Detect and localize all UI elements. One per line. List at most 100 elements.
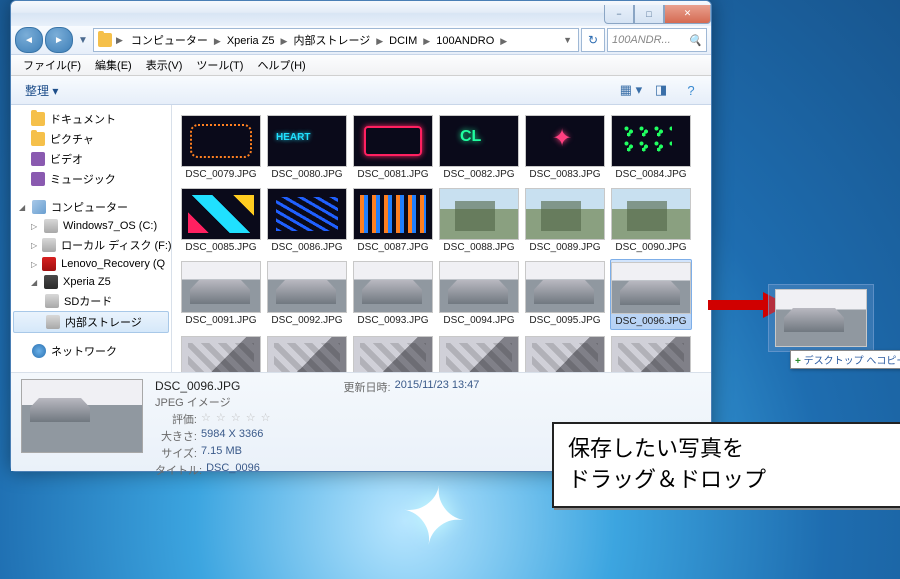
rating-stars[interactable]: ☆ ☆ ☆ ☆ ☆ [201,411,272,427]
file-thumbnail[interactable]: DSC_0093.JPG [352,259,434,330]
file-thumbnail[interactable]: DSC_0090.JPG [610,186,692,255]
sidebar-item-storage[interactable]: SDカード [11,291,171,311]
sidebar-item[interactable]: ドキュメント [11,109,171,129]
file-thumbnail[interactable]: DSC_0092.JPG [266,259,348,330]
address-dropdown-icon[interactable]: ▼ [561,35,574,45]
address-bar: ◄ ► ▼ ▶ コンピューター▶Xperia Z5▶内部ストレージ▶DCIM▶1… [11,26,711,55]
chevron-right-icon[interactable]: ▶ [421,36,432,46]
sidebar-item-drive[interactable]: ▷Windows7_OS (C:) [11,217,171,235]
sidebar-item[interactable]: ビデオ [11,149,171,169]
file-thumbnail[interactable]: DSC_0082.JPG [438,113,520,182]
file-thumbnail[interactable]: DSC_0086.JPG [266,186,348,255]
file-thumbnail[interactable] [610,334,692,372]
window-controls: − □ ✕ [604,5,711,23]
file-thumbnail[interactable] [438,334,520,372]
menu-item[interactable]: ヘルプ(H) [251,55,311,75]
help-button[interactable]: ? [677,78,705,102]
file-thumbnail[interactable]: DSC_0081.JPG [352,113,434,182]
sidebar-item-drive[interactable]: ▷Lenovo_Recovery (Q [11,255,171,273]
sidebar-item-storage[interactable]: 内部ストレージ [13,311,169,333]
menu-item[interactable]: ファイル(F) [17,55,87,75]
thumbnail-image [353,261,433,313]
sidebar-item-computer[interactable]: ◢ コンピューター [11,197,171,217]
expand-triangle-icon[interactable]: ◢ [19,203,27,212]
expand-triangle-icon[interactable]: ◢ [31,278,39,287]
close-button[interactable]: ✕ [664,5,711,24]
thumbnail-image [525,115,605,167]
file-thumbnail[interactable]: DSC_0080.JPG [266,113,348,182]
file-name-label: DSC_0096.JPG [615,316,686,327]
file-name-label: DSC_0079.JPG [185,169,256,180]
callout-line2: ドラッグ＆ドロップ [568,465,888,496]
drive-icon [44,275,58,289]
file-list-pane[interactable]: DSC_0079.JPGDSC_0080.JPGDSC_0081.JPGDSC_… [172,105,711,372]
thumbnail-image [267,115,347,167]
file-thumbnail[interactable]: DSC_0087.JPG [352,186,434,255]
preview-pane-button[interactable]: ◨ [647,78,675,102]
file-thumbnail[interactable] [180,334,262,372]
expand-triangle-icon[interactable]: ▷ [31,241,37,250]
maximize-button[interactable]: □ [634,5,664,24]
breadcrumb-segment[interactable]: 100ANDRO [432,35,498,47]
drive-icon [42,238,56,252]
file-thumbnail[interactable]: DSC_0085.JPG [180,186,262,255]
file-thumbnail[interactable]: DSC_0089.JPG [524,186,606,255]
forward-button[interactable]: ► [45,27,73,53]
breadcrumb-segment[interactable]: DCIM [385,35,421,47]
sidebar-item[interactable]: ピクチャ [11,129,171,149]
menu-item[interactable]: 表示(V) [140,55,189,75]
breadcrumb-segment[interactable]: コンピューター [127,35,212,47]
file-thumbnail[interactable]: DSC_0079.JPG [180,113,262,182]
library-icon [31,112,45,126]
file-name-label: DSC_0091.JPG [185,315,256,326]
file-thumbnail[interactable]: DSC_0091.JPG [180,259,262,330]
thumbnail-image [353,188,433,240]
file-name-label: DSC_0092.JPG [271,315,342,326]
file-thumbnail[interactable] [352,334,434,372]
sidebar-item-drive[interactable]: ◢Xperia Z5 [11,273,171,291]
history-dropdown-button[interactable]: ▼ [75,28,91,52]
navigation-pane[interactable]: ドキュメントピクチャビデオミュージック ◢ コンピューター ▷Windows7_… [11,105,172,372]
titlebar[interactable]: − □ ✕ [11,1,711,26]
file-thumbnail[interactable]: DSC_0096.JPG [610,259,692,330]
file-thumbnail[interactable] [524,334,606,372]
file-thumbnail[interactable] [266,334,348,372]
thumbnail-image [181,261,261,313]
chevron-right-icon[interactable]: ▶ [498,36,509,46]
organize-button[interactable]: 整理 ▾ [17,79,66,102]
title-value: DSC_0096 [206,462,260,478]
back-button[interactable]: ◄ [15,27,43,53]
menu-item[interactable]: ツール(T) [190,55,249,75]
thumbnail-image [353,115,433,167]
breadcrumb-segment[interactable]: Xperia Z5 [223,35,279,47]
expand-triangle-icon[interactable]: ▷ [31,222,39,231]
chevron-right-icon[interactable]: ▶ [212,36,223,46]
chevron-right-icon[interactable]: ▶ [279,36,290,46]
thumbnail-image [181,336,261,372]
thumbnail-image [439,336,519,372]
thumbnail-image [439,115,519,167]
file-thumbnail[interactable]: DSC_0084.JPG [610,113,692,182]
sidebar-item[interactable]: ミュージック [11,169,171,189]
sidebar-item-drive[interactable]: ▷ローカル ディスク (F:) [11,235,171,255]
sidebar-item-network[interactable]: ネットワーク [11,341,171,361]
thumbnail-image [525,336,605,372]
file-name-label: DSC_0088.JPG [443,242,514,253]
menu-item[interactable]: 編集(E) [89,55,138,75]
chevron-right-icon[interactable]: ▶ [114,35,125,46]
breadcrumb-segment[interactable]: 内部ストレージ [289,35,374,47]
minimize-button[interactable]: − [604,5,634,24]
refresh-button[interactable]: ↻ [581,28,605,52]
file-thumbnail[interactable]: DSC_0083.JPG [524,113,606,182]
file-thumbnail[interactable]: DSC_0094.JPG [438,259,520,330]
title-label: タイトル: [155,462,202,478]
breadcrumb-bar[interactable]: ▶ コンピューター▶Xperia Z5▶内部ストレージ▶DCIM▶100ANDR… [93,28,579,52]
file-thumbnail[interactable]: DSC_0095.JPG [524,259,606,330]
view-button[interactable]: ▦ ▾ [617,78,645,102]
folder-icon [98,33,112,47]
chevron-right-icon[interactable]: ▶ [374,36,385,46]
expand-triangle-icon[interactable]: ▷ [31,260,37,269]
library-icon [31,172,45,186]
search-input[interactable]: 100ANDR... 🔍 [607,28,707,52]
file-thumbnail[interactable]: DSC_0088.JPG [438,186,520,255]
